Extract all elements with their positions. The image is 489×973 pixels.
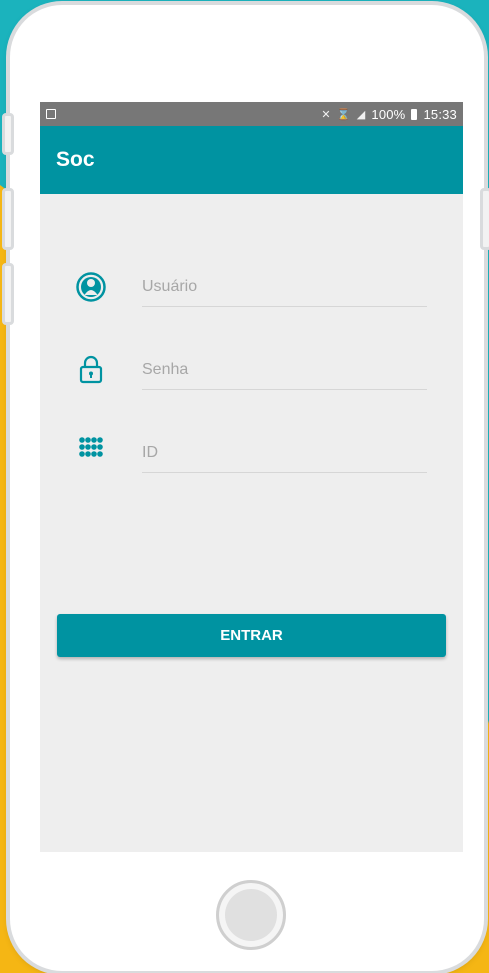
signal-icon: ◢ (356, 108, 366, 121)
usuario-input[interactable]: Usuário (142, 267, 427, 307)
senha-field-row: Senha (40, 342, 463, 402)
usuario-field-row: Usuário (40, 259, 463, 319)
senha-placeholder: Senha (142, 360, 189, 378)
battery-percent: 100% (371, 106, 406, 122)
phone-power-button (480, 188, 489, 250)
app-screen: ✕ ⌛ ◢ 100% 15:33 Soc Usuário Senha ID EN… (40, 102, 463, 852)
gallery-icon (46, 109, 56, 119)
senha-input[interactable]: Senha (142, 350, 427, 390)
status-time: 15:33 (423, 106, 457, 122)
battery-icon (411, 108, 418, 120)
lock-icon (79, 355, 103, 384)
id-placeholder: ID (142, 443, 158, 461)
usuario-placeholder: Usuário (142, 277, 198, 295)
app-bar: Soc (40, 126, 463, 194)
phone-side-button (2, 113, 14, 155)
home-button[interactable] (216, 880, 286, 950)
wifi-icon: ⌛ (336, 108, 351, 121)
id-field-row: ID (40, 425, 463, 485)
id-input[interactable]: ID (142, 433, 427, 473)
user-icon (76, 272, 106, 302)
status-bar: ✕ ⌛ ◢ 100% 15:33 (40, 102, 463, 126)
phone-volume-down (2, 263, 14, 325)
mute-icon: ✕ (321, 108, 331, 121)
app-title: Soc (56, 148, 95, 171)
entrar-button[interactable]: ENTRAR (57, 614, 446, 657)
phone-volume-up (2, 188, 14, 250)
keypad-icon (79, 437, 103, 457)
entrar-label: ENTRAR (220, 627, 283, 644)
status-right-group: ✕ ⌛ ◢ 100% 15:33 (321, 107, 457, 122)
